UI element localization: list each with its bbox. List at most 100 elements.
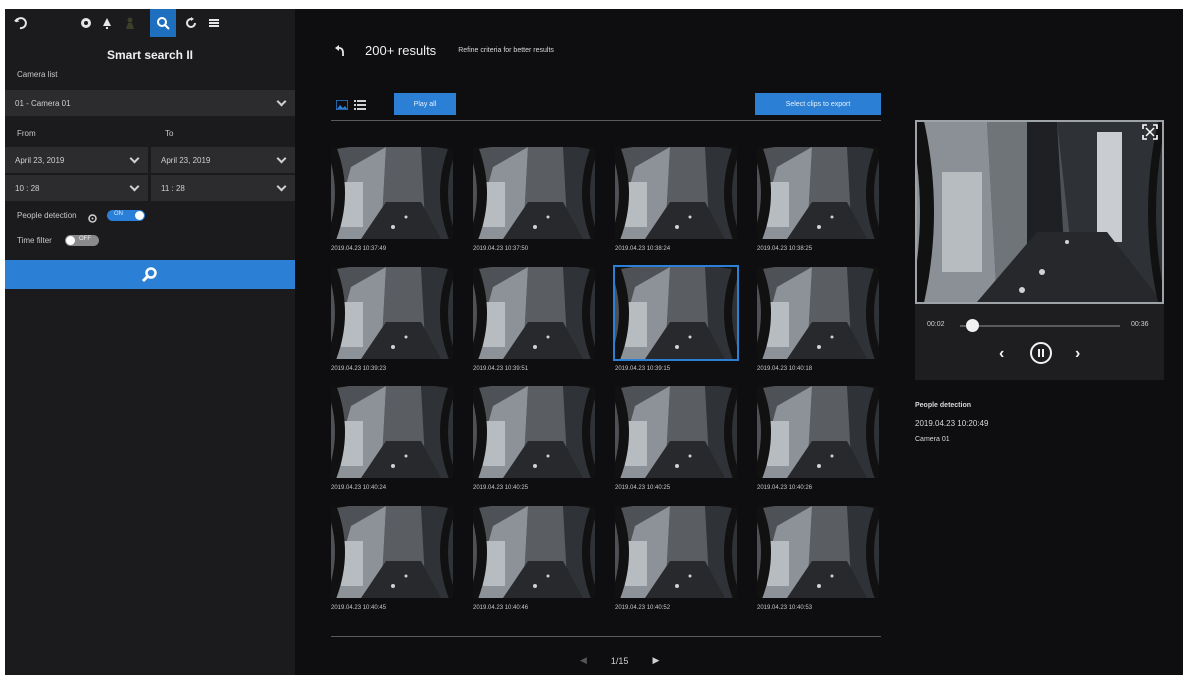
thumbnail-image[interactable] bbox=[757, 506, 879, 598]
pause-icon-bar bbox=[1042, 349, 1044, 357]
export-button[interactable]: Select clips to export bbox=[755, 93, 881, 115]
thumbnail-timestamp: 2019.04.23 10:39:15 bbox=[615, 366, 671, 372]
preview-panel: 00:02 00:36 ‹ › bbox=[915, 120, 1164, 380]
thumbnail-timestamp: 2019.04.23 10:38:24 bbox=[615, 246, 671, 252]
search-button[interactable] bbox=[5, 260, 295, 289]
smart-search-icon[interactable] bbox=[150, 9, 176, 37]
thumbnail-item[interactable]: 2019.04.23 10:39:51 bbox=[473, 267, 595, 372]
thumbnail-item[interactable]: 2019.04.23 10:40:25 bbox=[473, 386, 595, 491]
thumbnail-image[interactable] bbox=[615, 147, 737, 239]
alert-icon[interactable] bbox=[96, 12, 118, 34]
people-detection-label: People detection bbox=[17, 211, 77, 220]
thumbnail-item[interactable]: 2019.04.23 10:40:45 bbox=[331, 506, 453, 611]
to-time-value: 11 : 28 bbox=[161, 183, 185, 193]
camera-select-value: 01 - Camera 01 bbox=[15, 98, 71, 108]
thumbnail-item[interactable]: 2019.04.23 10:39:15 bbox=[613, 265, 739, 372]
toggle-state: ON bbox=[114, 211, 123, 217]
toggle-knob bbox=[66, 236, 75, 245]
prev-page-icon[interactable]: ◀ bbox=[580, 655, 587, 666]
from-date-value: April 23, 2019 bbox=[15, 155, 65, 165]
seek-bar[interactable] bbox=[960, 325, 1120, 327]
time-current: 00:02 bbox=[927, 321, 945, 328]
pagination: ◀ 1/15 ▶ bbox=[580, 655, 659, 666]
thumbnail-image[interactable] bbox=[331, 506, 453, 598]
toggle-state: OFF bbox=[79, 236, 91, 242]
thumbnail-timestamp: 2019.04.23 10:39:23 bbox=[331, 366, 387, 372]
thumbnail-item[interactable]: 2019.04.23 10:40:24 bbox=[331, 386, 453, 491]
people-detection-toggle[interactable]: ON bbox=[107, 210, 145, 221]
to-date-select[interactable]: April 23, 2019 bbox=[151, 147, 295, 173]
thumbnail-item[interactable]: 2019.04.23 10:37:49 bbox=[331, 147, 453, 252]
fullscreen-icon[interactable] bbox=[1142, 124, 1158, 140]
pause-icon bbox=[1038, 349, 1040, 357]
thumbnail-timestamp: 2019.04.23 10:40:53 bbox=[757, 605, 813, 611]
thumbnail-image[interactable] bbox=[473, 147, 595, 239]
seek-knob[interactable] bbox=[966, 319, 979, 332]
thumbnail-image[interactable] bbox=[615, 506, 737, 598]
app-window: Smart search II Camera list 01 - Camera … bbox=[5, 9, 1183, 675]
thumbnail-item[interactable]: 2019.04.23 10:39:23 bbox=[331, 267, 453, 372]
page-title: Smart search II bbox=[106, 48, 194, 62]
next-page-icon[interactable]: ▶ bbox=[652, 655, 659, 666]
thumbnail-image[interactable] bbox=[473, 267, 595, 359]
thumbnail-timestamp: 2019.04.23 10:38:25 bbox=[757, 246, 813, 252]
thumbnail-item[interactable]: 2019.04.23 10:38:25 bbox=[757, 147, 879, 252]
thumbnail-image[interactable] bbox=[757, 386, 879, 478]
thumbnail-image[interactable] bbox=[757, 147, 879, 239]
from-label: From bbox=[17, 129, 36, 138]
camera-select[interactable]: 01 - Camera 01 bbox=[5, 90, 295, 116]
pause-button[interactable] bbox=[1030, 342, 1052, 364]
from-time-select[interactable]: 10 : 28 bbox=[5, 175, 148, 201]
thumbnail-image[interactable] bbox=[473, 506, 595, 598]
previous-icon[interactable]: ‹ bbox=[999, 345, 1004, 363]
thumbnail-item[interactable]: 2019.04.23 10:40:26 bbox=[757, 386, 879, 491]
search-icon bbox=[141, 266, 157, 282]
toggle-knob bbox=[135, 211, 144, 220]
chevron-down-icon bbox=[129, 181, 140, 192]
thumbnail-timestamp: 2019.04.23 10:40:46 bbox=[473, 605, 529, 611]
chevron-down-icon bbox=[276, 153, 287, 164]
play-all-button[interactable]: Play all bbox=[394, 93, 456, 115]
thumbnail-item[interactable]: 2019.04.23 10:40:53 bbox=[757, 506, 879, 611]
thumbnail-image[interactable] bbox=[331, 147, 453, 239]
list-view-icon[interactable] bbox=[354, 97, 366, 110]
thumbnail-image[interactable] bbox=[331, 267, 453, 359]
thumbnail-item[interactable]: 2019.04.23 10:40:46 bbox=[473, 506, 595, 611]
grid-view-icon[interactable] bbox=[335, 97, 349, 111]
back-icon[interactable] bbox=[9, 12, 31, 34]
thumbnail-timestamp: 2019.04.23 10:40:25 bbox=[473, 485, 529, 491]
chevron-down-icon bbox=[276, 181, 287, 192]
thumbnail-timestamp: 2019.04.23 10:40:26 bbox=[757, 485, 813, 491]
time-filter-toggle[interactable]: OFF bbox=[65, 235, 99, 246]
thumbnail-item[interactable]: 2019.04.23 10:40:25 bbox=[615, 386, 737, 491]
to-time-select[interactable]: 11 : 28 bbox=[151, 175, 295, 201]
person-icon[interactable] bbox=[119, 12, 141, 34]
thumbnail-image[interactable] bbox=[615, 386, 737, 478]
gear-icon[interactable] bbox=[88, 210, 97, 223]
thumbnail-timestamp: 2019.04.23 10:40:24 bbox=[331, 485, 387, 491]
thumbnail-image[interactable] bbox=[473, 386, 595, 478]
thumbnail-timestamp: 2019.04.23 10:40:25 bbox=[615, 485, 671, 491]
thumbnail-timestamp: 2019.04.23 10:39:51 bbox=[473, 366, 529, 372]
event-time: 2019.04.23 10:20:49 bbox=[915, 419, 989, 428]
live-icon[interactable] bbox=[75, 12, 97, 34]
time-total: 00:36 bbox=[1131, 321, 1149, 328]
divider bbox=[331, 636, 881, 637]
undo-icon[interactable] bbox=[335, 44, 345, 57]
thumbnail-item[interactable]: 2019.04.23 10:38:24 bbox=[615, 147, 737, 252]
next-icon[interactable]: › bbox=[1075, 345, 1080, 363]
thumbnail-item[interactable]: 2019.04.23 10:37:50 bbox=[473, 147, 595, 252]
thumbnail-item[interactable]: 2019.04.23 10:40:52 bbox=[615, 506, 737, 611]
from-date-select[interactable]: April 23, 2019 bbox=[5, 147, 148, 173]
thumbnail-image[interactable] bbox=[757, 267, 879, 359]
thumbnail-item[interactable]: 2019.04.23 10:40:18 bbox=[757, 267, 879, 372]
playback-icon[interactable] bbox=[180, 12, 202, 34]
thumbnail-timestamp: 2019.04.23 10:40:18 bbox=[757, 366, 813, 372]
results-header: 200+ results Refine criteria for better … bbox=[335, 43, 554, 58]
preview-video[interactable] bbox=[915, 120, 1164, 304]
thumbnail-image[interactable] bbox=[331, 386, 453, 478]
thumbnail-image[interactable] bbox=[613, 265, 739, 361]
chevron-down-icon bbox=[129, 153, 140, 164]
thumbnail-timestamp: 2019.04.23 10:40:45 bbox=[331, 605, 387, 611]
menu-icon[interactable] bbox=[203, 12, 225, 34]
